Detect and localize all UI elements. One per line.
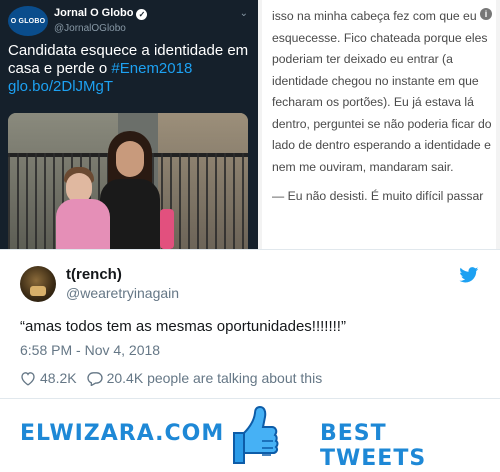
news-photo xyxy=(8,113,248,249)
heart-icon xyxy=(21,371,35,386)
conversation-link[interactable]: 20.4K people are talking about this xyxy=(86,370,323,386)
article-text: isso na minha cabeça fez com que eu esqu… xyxy=(272,6,494,208)
watermark-banner: ELWIZARA.COM BEST TWEETS xyxy=(0,399,500,472)
tweet-timestamp[interactable]: 6:58 PM - Nov 4, 2018 xyxy=(20,342,160,358)
article-paragraph-2: — Eu não desisti. É muito difícil passar xyxy=(272,189,484,203)
tweet-actions: 48.2K 20.4K people are talking about thi… xyxy=(20,369,322,387)
news-tweet-text: Candidata esquece a identidade em casa e… xyxy=(8,42,252,96)
twitter-bird-icon[interactable] xyxy=(459,267,479,283)
talking-count-text: 20.4K people are talking about this xyxy=(106,370,323,386)
thumbs-up-icon xyxy=(233,405,279,464)
news-account-name-text: Jornal O Globo xyxy=(54,7,134,19)
user-display-name[interactable]: t(rench) xyxy=(66,266,122,283)
hashtag-link: #Enem2018 xyxy=(111,60,193,77)
news-account-name: Jornal O Globo ✓ xyxy=(54,7,148,20)
chevron-down-icon: ⌄ xyxy=(239,8,248,19)
child-figure xyxy=(56,199,110,249)
site-brand-left: ELWIZARA.COM xyxy=(20,421,225,446)
screenshot-collage: O GLOBO Jornal O Globo ✓ @JornalOGlobo ⌄ … xyxy=(0,0,500,249)
tweet-card: t(rench) @wearetryinagain “amas todos te… xyxy=(0,249,500,399)
embedded-news-tweet: O GLOBO Jornal O Globo ✓ @JornalOGlobo ⌄ … xyxy=(0,0,258,249)
news-account-handle: @JornalOGlobo xyxy=(54,23,126,34)
speech-bubble-icon xyxy=(86,371,103,386)
verified-check-icon: ✓ xyxy=(136,9,148,20)
tweet-text: “amas todos tem as mesmas oportunidades!… xyxy=(20,318,346,335)
article-paragraph-1: isso na minha cabeça fez com que eu esqu… xyxy=(272,9,492,174)
news-tweet-header: O GLOBO Jornal O Globo ✓ @JornalOGlobo ⌄ xyxy=(8,6,250,40)
info-icon: i xyxy=(480,8,492,20)
news-article-excerpt: isso na minha cabeça fez com que eu esqu… xyxy=(258,0,500,249)
like-count: 48.2K xyxy=(40,370,77,386)
avatar[interactable] xyxy=(20,266,56,302)
like-button[interactable]: 48.2K xyxy=(20,370,77,386)
user-handle[interactable]: @wearetryinagain xyxy=(66,285,179,301)
site-brand-right: BEST TWEETS xyxy=(320,421,427,471)
news-url-link: glo.bo/2DlJMgT xyxy=(8,78,114,95)
o-globo-logo: O GLOBO xyxy=(8,6,48,36)
